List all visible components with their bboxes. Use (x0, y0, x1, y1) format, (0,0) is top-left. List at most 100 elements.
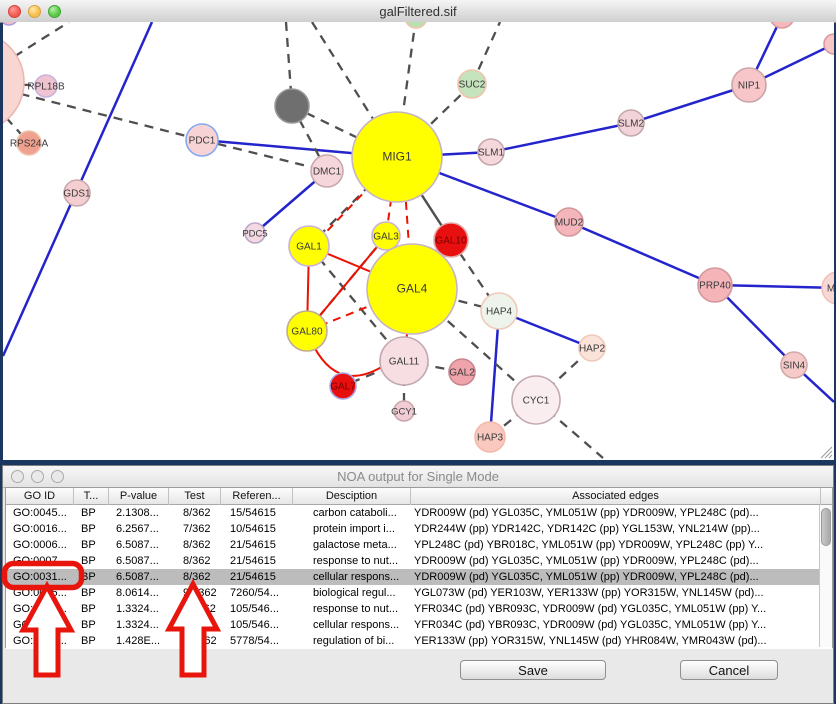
graph-node-label: RPL18B (27, 82, 65, 93)
scrollbar-thumb[interactable] (821, 508, 831, 546)
graph-node-label: HAP2 (579, 344, 606, 355)
table-cell: YGL073W (pd) YER103W, YER133W (pp) YOR31… (411, 585, 821, 601)
column-header-2[interactable]: P-value (109, 488, 169, 505)
graph-node-big-left[interactable] (3, 32, 24, 132)
graph-node-label: GAL3 (373, 232, 399, 243)
graph-node-gray-node[interactable] (275, 89, 309, 123)
table-cell: galactose meta... (293, 537, 411, 553)
graph-node-label: HAP4 (486, 307, 513, 318)
graph-node-label: HAP3 (477, 433, 504, 444)
graph-edge-blue (491, 123, 631, 152)
table-cell: 10/54615 (221, 521, 293, 537)
noa-window-titlebar[interactable]: NOA output for Single Mode (3, 466, 833, 488)
graph-node-label: RPS24A (10, 139, 49, 150)
graph-node-label: SLM2 (618, 119, 645, 130)
table-cell: regulation of bi... (293, 633, 411, 649)
graph-node-label: SLM1 (478, 148, 505, 159)
graph-node-pink-cut-right[interactable] (824, 34, 834, 54)
table-cell: BP (74, 633, 109, 649)
graph-node-pink-cut-top[interactable] (770, 22, 794, 28)
zoom-button[interactable] (51, 470, 64, 483)
graph-node-label: GAL4 (397, 282, 428, 296)
column-header-0[interactable]: GO ID (6, 488, 74, 505)
table-cell: 21/54615 (221, 537, 293, 553)
table-row[interactable]: GO:0031...BP1.3324...11/362105/546...res… (6, 601, 832, 617)
table-cell: 6.5087... (109, 537, 169, 553)
table-scrollbar[interactable] (819, 505, 832, 647)
column-header-3[interactable]: Test (169, 488, 221, 505)
graph-node-label: SUC2 (459, 80, 486, 91)
table-cell: GO:0016... (6, 521, 74, 537)
table-cell: YDR009W (pd) YGL035C, YML051W (pp) YDR00… (411, 569, 821, 585)
column-header-4[interactable]: Referen... (221, 488, 293, 505)
table-cell: biological regul... (293, 585, 411, 601)
table-row[interactable]: GO:0007...BP6.5087...8/36221/54615respon… (6, 553, 832, 569)
table-cell: BP (74, 553, 109, 569)
graph-node-label: PRP40 (699, 281, 731, 292)
column-header-1[interactable]: T... (74, 488, 109, 505)
table-cell: GO:0065... (6, 585, 74, 601)
network-window-titlebar[interactable]: galFiltered.sif (0, 0, 836, 23)
minimize-button[interactable] (31, 470, 44, 483)
table-cell: 105/546... (221, 617, 293, 633)
table-cell: YDR009W (pd) YGL035C, YML051W (pp) YDR00… (411, 553, 821, 569)
graph-node-corner[interactable] (3, 22, 18, 25)
graph-edge-blue (490, 311, 499, 437)
table-row[interactable]: GO:0065...BP8.0614...94/3627260/54...bio… (6, 585, 832, 601)
table-cell: BP (74, 601, 109, 617)
table-cell: protein import i... (293, 521, 411, 537)
graph-node-label: MIG1 (382, 150, 412, 164)
table-cell: cellular respons... (293, 569, 411, 585)
noa-window-title: NOA output for Single Mode (3, 469, 833, 484)
table-cell: 1.3324... (109, 601, 169, 617)
graph-edge-blue (631, 85, 749, 123)
table-cell: YPL248C (pd) YBR018C, YML051W (pp) YDR00… (411, 537, 821, 553)
table-cell: response to nut... (293, 553, 411, 569)
graph-node-label: GAL1 (296, 242, 322, 253)
minimize-button[interactable] (28, 5, 41, 18)
table-row[interactable]: GO:0045...BP2.1308...8/36215/54615carbon… (6, 505, 832, 521)
graph-node-green-cut[interactable] (405, 22, 427, 28)
resize-grip-icon[interactable] (820, 446, 833, 459)
table-row[interactable]: GO:0050...BP1.428E...80/3625778/54...reg… (6, 633, 832, 649)
table-cell: YFR034C (pd) YBR093C, YDR009W (pd) YGL03… (411, 601, 821, 617)
table-cell: GO:0006... (6, 537, 74, 553)
save-button[interactable]: Save (460, 660, 606, 680)
table-cell: 8.0614... (109, 585, 169, 601)
table-row[interactable]: GO:0031...BP6.5087...8/36221/54615cellul… (6, 569, 832, 585)
network-canvas[interactable]: RPL18BRPS24AGDS1PDC1SUC2MIG1SLM1SLM2NIP1… (3, 22, 834, 460)
cancel-button[interactable]: Cancel (680, 660, 778, 680)
graph-node-label: PDC5 (242, 229, 267, 240)
table-row[interactable]: GO:0031...BP1.3324...11/362105/546...cel… (6, 617, 832, 633)
table-cell: YFR034C (pd) YBR093C, YDR009W (pd) YGL03… (411, 617, 821, 633)
graph-node-label: CYC1 (523, 396, 550, 407)
close-button[interactable] (8, 5, 21, 18)
table-cell: YER133W (pp) YOR315W, YNL145W (pd) YHR08… (411, 633, 821, 649)
table-body: GO:0045...BP2.1308...8/36215/54615carbon… (6, 505, 832, 649)
graph-node-label: SIN4 (783, 361, 806, 372)
table-cell: 11/362 (169, 617, 221, 633)
graph-edge-blue (569, 222, 715, 285)
table-row[interactable]: GO:0016...BP6.2567...7/36210/54615protei… (6, 521, 832, 537)
table-cell: GO:0031... (6, 601, 74, 617)
table-cell: cellular respons... (293, 617, 411, 633)
graph-node-label: GDS1 (63, 189, 91, 200)
column-header-5[interactable]: Desciption (293, 488, 411, 505)
table-cell: BP (74, 521, 109, 537)
table-cell: BP (74, 585, 109, 601)
table-cell: 8/362 (169, 505, 221, 521)
table-cell: BP (74, 537, 109, 553)
close-button[interactable] (11, 470, 24, 483)
table-row[interactable]: GO:0006...BP6.5087...8/36221/54615galact… (6, 537, 832, 553)
table-cell: 8/362 (169, 569, 221, 585)
table-cell: 6.5087... (109, 569, 169, 585)
table-cell: BP (74, 617, 109, 633)
table-cell: 6.2567... (109, 521, 169, 537)
column-header-6[interactable]: Associated edges (411, 488, 821, 505)
graph-node-label: GCY1 (391, 407, 417, 418)
table-cell: GO:0031... (6, 569, 74, 585)
zoom-button[interactable] (48, 5, 61, 18)
table-cell: 7/362 (169, 521, 221, 537)
table-cell: GO:0045... (6, 505, 74, 521)
graph-node-label: PDC1 (189, 136, 216, 147)
